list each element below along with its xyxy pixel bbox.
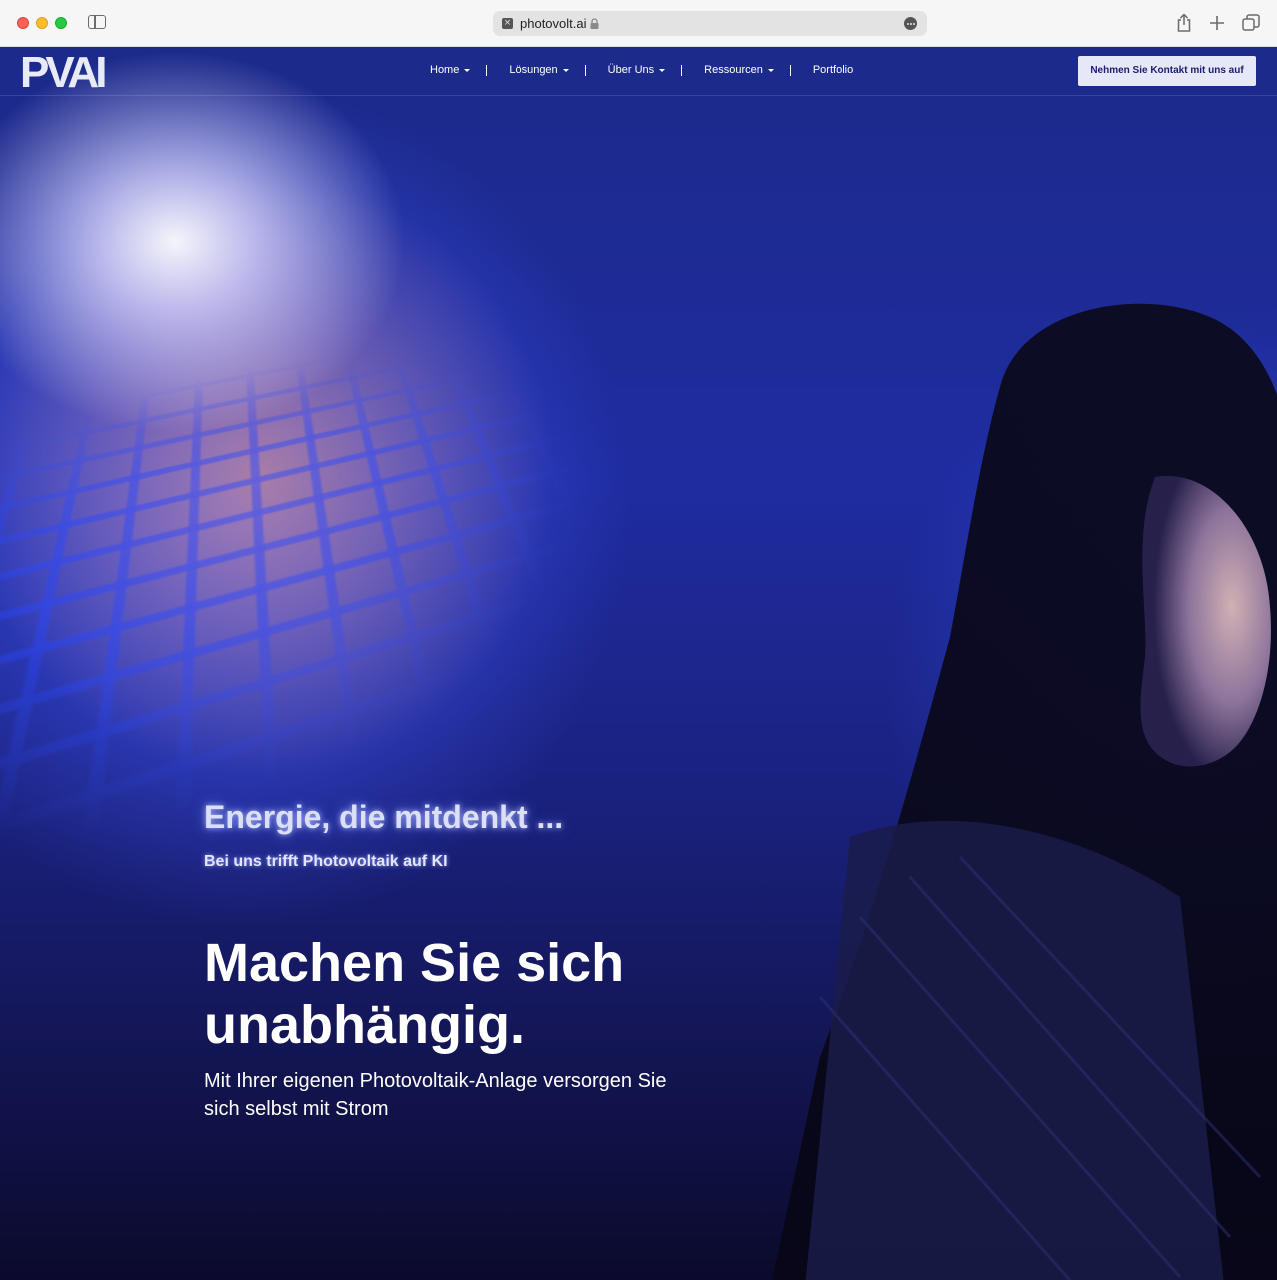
nav-item-home[interactable]: Home (430, 64, 471, 76)
nav-item-portfolio[interactable]: Portfolio (813, 64, 853, 76)
nav-item-label: Portfolio (812, 64, 854, 76)
nav-item-label: Lösungen (509, 64, 558, 76)
share-icon[interactable] (1175, 13, 1193, 33)
hero-tagline: Energie, die mitdenkt ... (204, 799, 564, 835)
tabs-icon[interactable] (1242, 13, 1260, 33)
lock-icon (590, 18, 599, 29)
site-logo[interactable]: PVAI (20, 51, 107, 95)
minimize-window-button[interactable] (36, 17, 48, 29)
close-window-button[interactable] (17, 17, 29, 29)
hero-subheadline: Mit Ihrer eigenen Photovoltaik-Anlage ve… (204, 1070, 667, 1120)
hero-person-image (772, 303, 1277, 1280)
chevron-down-icon (767, 68, 774, 72)
nav-item-label: Ressourcen (704, 64, 763, 76)
address-bar[interactable]: × photovolt.ai (493, 11, 927, 36)
url-text[interactable]: photovolt.ai (520, 16, 587, 31)
sidebar-icon[interactable] (88, 15, 106, 29)
nav-item-ueber-uns[interactable]: Über Uns (607, 64, 666, 76)
plus-icon[interactable] (1208, 13, 1226, 33)
hero-headline: Machen Sie sich unabhängig. (204, 933, 625, 1055)
nav-separator (789, 64, 791, 76)
main-navigation: PVAI Home Lösungen Über Uns Ressourcen P… (0, 47, 1277, 96)
browser-toolbar: × photovolt.ai (0, 0, 1277, 47)
nav-item-ressourcen[interactable]: Ressourcen (704, 64, 774, 76)
more-icon[interactable] (904, 17, 917, 30)
solar-panel-graphic (0, 302, 747, 995)
zoom-window-button[interactable] (55, 17, 67, 29)
hero-subtagline: Bei uns trifft Photovoltaik auf KI (204, 853, 448, 870)
chevron-down-icon (659, 68, 666, 72)
hero-section: PVAI Home Lösungen Über Uns Ressourcen P… (0, 47, 1277, 1280)
nav-item-label: Über Uns (607, 64, 655, 76)
nav-item-label: Home (430, 64, 460, 76)
chevron-down-icon (562, 68, 569, 72)
contact-button[interactable]: Nehmen Sie Kontakt mit uns auf (1078, 56, 1256, 86)
nav-item-loesungen[interactable]: Lösungen (509, 64, 569, 76)
site-favicon-icon: × (502, 18, 513, 29)
nav-separator (681, 64, 683, 76)
nav-separator (486, 64, 488, 76)
nav-menu: Home Lösungen Über Uns Ressourcen Portfo… (430, 64, 853, 76)
nav-separator (584, 64, 586, 76)
chevron-down-icon (464, 68, 471, 72)
